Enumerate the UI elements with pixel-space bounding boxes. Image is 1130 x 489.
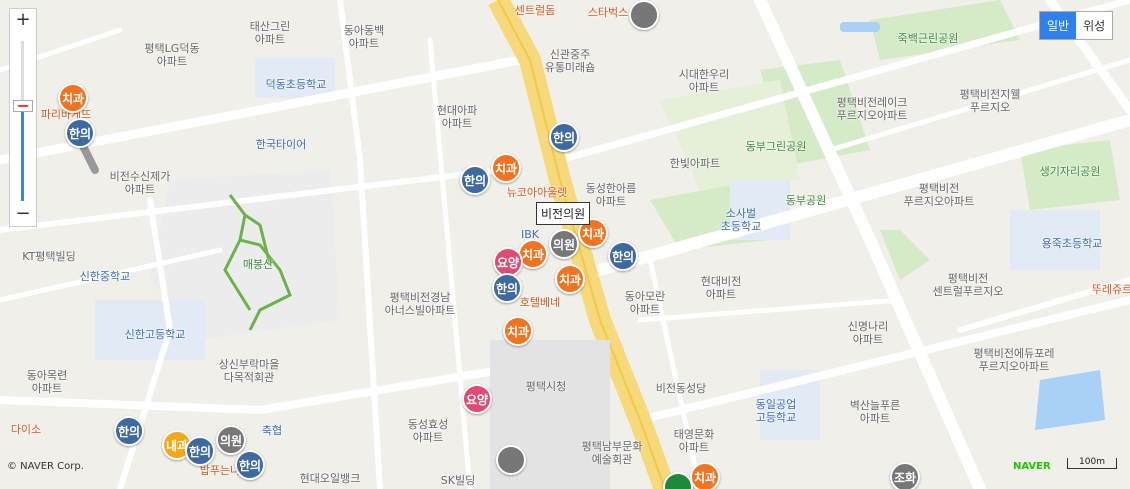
poi-marker[interactable]: 의원: [549, 229, 579, 259]
map-label[interactable]: 평택비전지웰 푸르지오: [960, 88, 1021, 114]
poi-marker[interactable]: 치과: [491, 153, 521, 183]
map-label[interactable]: 비전동성당: [656, 382, 707, 395]
poi-marker[interactable]: 한의: [492, 273, 522, 303]
poi-marker[interactable]: 한의: [549, 122, 579, 152]
poi-marker[interactable]: [629, 0, 659, 30]
map-label[interactable]: 매봉산: [243, 258, 273, 271]
poi-marker[interactable]: 요양: [462, 384, 492, 414]
poi-marker[interactable]: 한의: [235, 450, 265, 480]
map-label[interactable]: 현대아파 아파트: [437, 104, 477, 130]
map-label[interactable]: 동아모란 아파트: [625, 290, 665, 316]
map-label[interactable]: 평택비전 센트럴푸르지오: [933, 272, 1004, 298]
map-label[interactable]: 동성한아름 아파트: [586, 182, 637, 208]
map-label[interactable]: 동부그린공원: [746, 140, 807, 153]
copyright-text: © NAVER Corp.: [7, 461, 84, 472]
map-label[interactable]: 신명나리 아파트: [848, 320, 888, 346]
map-label[interactable]: 신관중주 유통미래숍: [545, 48, 596, 74]
map-label[interactable]: 호텔베네: [520, 296, 560, 309]
map-type-satellite-button[interactable]: 위성: [1076, 12, 1113, 39]
map-label[interactable]: 다이소: [11, 423, 41, 436]
zoom-out-button[interactable]: −: [10, 203, 36, 227]
map-label[interactable]: 평택비전경남 아너스빌아파트: [385, 291, 456, 317]
poi-marker[interactable]: 치과: [58, 83, 88, 113]
map-label[interactable]: 신한중학교: [80, 270, 131, 283]
map-label[interactable]: 용죽초등학교: [1042, 237, 1103, 250]
map-label[interactable]: 한국타이어: [256, 138, 307, 151]
map-label[interactable]: 스타벅스: [588, 6, 628, 19]
map-label[interactable]: 평택비전에듀포레 푸르지오아파트: [974, 347, 1055, 373]
poi-marker[interactable]: 한의: [114, 416, 144, 446]
poi-marker[interactable]: 한의: [65, 118, 95, 148]
map-label[interactable]: 벽산늘푸른 아파트: [850, 399, 901, 425]
poi-marker[interactable]: 한의: [608, 241, 638, 271]
naver-logo[interactable]: NAVER: [1013, 461, 1051, 472]
map-label[interactable]: 축협: [262, 424, 282, 437]
poi-marker[interactable]: [496, 445, 526, 475]
map-label[interactable]: 평택남부문화 예술회관: [582, 440, 643, 466]
map-label[interactable]: 평택시청: [526, 380, 566, 393]
map-label[interactable]: 신한고등학교: [125, 328, 186, 341]
map-label[interactable]: 센트럴돔: [515, 4, 555, 17]
poi-marker[interactable]: 치과: [690, 462, 720, 489]
map-label[interactable]: 동부공원: [786, 194, 826, 207]
map-label[interactable]: 소사벌 초등학교: [721, 207, 761, 233]
map-label[interactable]: 동성효성 아파트: [408, 418, 448, 444]
map-canvas[interactable]: 센트럴돔 스타벅스태산그린 아파트평택LG덕동 아파트 동아동백 아파트신관중주 유…: [0, 0, 1130, 489]
map-label[interactable]: 태영문화 아파트: [674, 428, 714, 454]
map-label[interactable]: 현대오일뱅크: [300, 472, 361, 485]
map-label[interactable]: 현대비전 아파트: [701, 275, 741, 301]
scale-bar: 100m: [1067, 458, 1117, 469]
map-label[interactable]: 동아목련 아파트: [27, 369, 67, 395]
poi-marker[interactable]: 치과: [503, 316, 533, 346]
poi-marker[interactable]: 한의: [185, 436, 215, 466]
map-label[interactable]: 시대한우리 아파트: [679, 68, 730, 94]
map-label[interactable]: 죽백근린공원: [898, 32, 959, 45]
poi-marker[interactable]: 조화: [890, 462, 920, 489]
map-label[interactable]: 평택비전 푸르지오아파트: [904, 182, 975, 208]
poi-marker[interactable]: 한의: [460, 165, 490, 195]
map-label[interactable]: 동일공업 고등학교: [756, 398, 796, 424]
map-label[interactable]: 한빛아파트: [670, 157, 721, 170]
map-label[interactable]: 비전수신제가 아파트: [110, 170, 171, 196]
zoom-slider-track[interactable]: [21, 41, 24, 201]
poi-marker[interactable]: 의원: [216, 425, 246, 455]
map-label[interactable]: 덕동초등학교: [266, 78, 327, 91]
map-type-general-button[interactable]: 일반: [1040, 12, 1077, 39]
map-label[interactable]: KT평택빌딩: [22, 250, 76, 263]
map-label[interactable]: 뉴코아아울렛: [507, 186, 568, 199]
map-label[interactable]: 뚜레쥬르: [1092, 283, 1130, 296]
marker-tooltip: 비전의원: [536, 202, 591, 225]
map-label[interactable]: SK빌딩: [441, 474, 475, 487]
zoom-slider-handle[interactable]: [13, 100, 33, 112]
zoom-control: + −: [9, 8, 37, 227]
map-label[interactable]: 태산그린 아파트: [250, 20, 290, 46]
zoom-slider-fill: [21, 105, 24, 201]
map-label[interactable]: 동아동백 아파트: [344, 24, 384, 50]
map-label[interactable]: 상신부락마을 다목적회관: [219, 358, 280, 384]
map-label[interactable]: 평택LG덕동 아파트: [144, 42, 199, 68]
map-type-toggle: 일반 위성: [1039, 11, 1114, 40]
map-label[interactable]: 평택비전레이크 푸르지오아파트: [837, 96, 908, 122]
map-label[interactable]: 생기자리공원: [1040, 165, 1101, 178]
poi-marker[interactable]: 치과: [555, 264, 585, 294]
zoom-in-button[interactable]: +: [10, 9, 36, 33]
